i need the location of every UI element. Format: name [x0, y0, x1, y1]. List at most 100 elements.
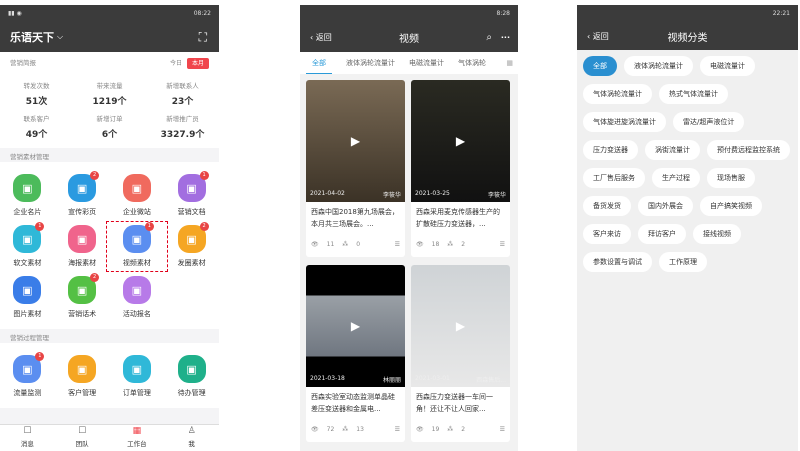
- materials-icon: ▣: [68, 225, 97, 253]
- page-title: 视频分类: [667, 32, 708, 44]
- material-item[interactable]: ▣ 2 营销话术: [55, 273, 110, 319]
- category-tag[interactable]: 压力变送器: [583, 140, 638, 160]
- material-item[interactable]: ▣ 企业微站: [110, 174, 165, 217]
- tab-item[interactable]: ▦ 工作台: [110, 425, 165, 451]
- search-icon[interactable]: ⌕: [486, 32, 492, 43]
- icon-wrap: ▣ 企业名片: [0, 174, 55, 217]
- category-tag[interactable]: 国内外展会: [638, 196, 693, 216]
- materials-icon: ▣ 1: [13, 222, 45, 253]
- material-item[interactable]: ▣ 企业名片: [0, 174, 55, 217]
- material-item[interactable]: ▣ 海报素材: [55, 225, 110, 268]
- item-label: 营销话术: [68, 310, 97, 318]
- chevron-down-icon[interactable]: ⌵: [57, 32, 63, 42]
- category-tag[interactable]: 气体涡轮流量计: [583, 84, 652, 104]
- category-tag[interactable]: 客户来访: [583, 224, 631, 244]
- today-button[interactable]: 今日: [170, 60, 182, 67]
- play-icon[interactable]: ▶: [456, 319, 465, 333]
- share-count: 2: [461, 426, 466, 433]
- more-icon[interactable]: ···: [501, 33, 510, 42]
- material-item[interactable]: ▣ 2 发圈素材: [164, 222, 219, 268]
- material-item[interactable]: ▣ 1 视频素材: [105, 221, 169, 272]
- stat-value: 49个: [25, 130, 48, 140]
- category-tabs: 全部 液体涡轮流量计 电磁流量计 气体涡轮 ▦: [300, 52, 518, 74]
- category-tag[interactable]: 预付费远程监控系统: [707, 140, 790, 160]
- category-tag[interactable]: 备货发货: [583, 196, 631, 216]
- stat-item[interactable]: 新增订单 6个: [73, 113, 146, 140]
- video-title[interactable]: 西森采用麦克传感器生产的扩散硅压力变送器，...: [411, 202, 510, 236]
- tab[interactable]: 电磁流量计: [409, 58, 444, 68]
- video-thumbnail[interactable]: ▶ 2021-03-01 西森售后...: [411, 265, 510, 387]
- org-title[interactable]: 乐语天下: [10, 29, 54, 45]
- stat-item[interactable]: 新增推广员 3327.9个: [146, 113, 219, 140]
- video-meta: 2021-03-25 李筱华: [415, 190, 506, 199]
- scan-icon[interactable]: ⛶: [199, 30, 207, 45]
- category-tag[interactable]: 参数设置与调试: [583, 252, 652, 272]
- stat-item[interactable]: 转发次数 51次: [0, 80, 73, 107]
- menu-icon[interactable]: ☰: [395, 241, 400, 248]
- video-title[interactable]: 西森实验室动态监测单晶硅差压变送器和金属电...: [306, 387, 405, 421]
- play-icon[interactable]: ▶: [351, 319, 360, 333]
- category-tag[interactable]: 生产过程: [652, 168, 700, 188]
- video-title[interactable]: 西森中国2018第九场展会，本月共三场展会。...: [306, 202, 405, 236]
- category-tag[interactable]: 热式气体流量计: [659, 84, 728, 104]
- category-tag[interactable]: 电磁流量计: [700, 56, 755, 76]
- video-thumbnail[interactable]: ▶ 2021-04-02 李筱华: [306, 80, 405, 202]
- category-tag[interactable]: 拜访客户: [638, 224, 686, 244]
- stat-item[interactable]: 带来流量 1219个: [73, 80, 146, 107]
- play-icon[interactable]: ▶: [351, 134, 360, 148]
- menu-icon[interactable]: ☰: [500, 241, 505, 248]
- category-tag[interactable]: 全部: [583, 56, 617, 76]
- menu-icon[interactable]: ☰: [395, 426, 400, 433]
- material-item[interactable]: ▣ 1 流量监测: [0, 352, 55, 398]
- video-title[interactable]: 西森压力变送器一车间一角！还让不让人回家...: [411, 387, 510, 421]
- material-item[interactable]: ▣ 1 软文素材: [0, 222, 55, 268]
- tab-label: 我: [188, 440, 195, 448]
- category-tag[interactable]: 自产搞笑视频: [700, 196, 762, 216]
- stat-item[interactable]: 新增联系人 23个: [146, 80, 219, 107]
- page-title: 视频: [399, 33, 419, 45]
- video-author: 李筱华: [382, 192, 401, 199]
- tab-item[interactable]: ♙ 我: [164, 425, 219, 451]
- tab-item[interactable]: ☐ 消息: [0, 425, 55, 451]
- tab[interactable]: 全部: [306, 53, 332, 74]
- tab[interactable]: 气体涡轮: [458, 58, 486, 68]
- tab-item[interactable]: ☐ 团队: [55, 425, 110, 451]
- view-count: 18: [431, 241, 440, 248]
- share-icon: ⁂: [342, 426, 349, 433]
- category-tag[interactable]: 涡街流量计: [645, 140, 700, 160]
- share-icon: ⁂: [447, 426, 454, 433]
- back-button[interactable]: ‹ 返回: [310, 32, 332, 43]
- category-tag[interactable]: 现场售服: [707, 168, 755, 188]
- video-card[interactable]: ▶ 2021-03-25 李筱华 西森采用麦克传感器生产的扩散硅压力变送器，... 👁 1…: [411, 80, 510, 257]
- menu-icon[interactable]: ☰: [500, 426, 505, 433]
- stat-value: 6个: [101, 130, 118, 140]
- stat-label: 新增推广员: [166, 115, 199, 123]
- material-item[interactable]: ▣ 1 营销文档: [164, 171, 219, 217]
- back-button[interactable]: ‹ 返回: [587, 31, 609, 42]
- video-card[interactable]: ▶ 2021-03-18 林丽丽 西森实验室动态监测单晶硅差压变送器和金属电... 👁 7…: [306, 265, 405, 442]
- item-label: 视频素材: [122, 259, 151, 267]
- category-tag[interactable]: 工作原理: [659, 252, 707, 272]
- category-tag[interactable]: 气体旋进旋涡流量计: [583, 112, 666, 132]
- video-card[interactable]: ▶ 2021-04-02 李筱华 西森中国2018第九场展会，本月共三场展会。... 👁…: [306, 80, 405, 257]
- material-item[interactable]: ▣ 待办管理: [164, 355, 219, 398]
- video-thumbnail[interactable]: ▶ 2021-03-25 李筱华: [411, 80, 510, 202]
- grid-icon[interactable]: ▦: [506, 59, 513, 67]
- video-stats: 👁 19 ⁂ 2 ☰: [411, 421, 510, 438]
- category-tag[interactable]: 工厂售后服务: [583, 168, 645, 188]
- category-tag[interactable]: 液体涡轮流量计: [624, 56, 693, 76]
- material-item[interactable]: ▣ 图片素材: [0, 276, 55, 319]
- tab[interactable]: 液体涡轮流量计: [346, 58, 395, 68]
- month-button[interactable]: 本月: [186, 57, 209, 69]
- material-item[interactable]: ▣ 活动报名: [110, 276, 165, 319]
- video-card[interactable]: ▶ 2021-03-01 西森售后... 西森压力变送器一车间一角！还让不让人回家..…: [411, 265, 510, 442]
- item-label: 客户管理: [68, 389, 97, 397]
- material-item[interactable]: ▣ 客户管理: [55, 355, 110, 398]
- material-item[interactable]: ▣ 2 宣传彩页: [55, 171, 110, 217]
- material-item[interactable]: ▣ 订单管理: [110, 355, 165, 398]
- video-thumbnail[interactable]: ▶ 2021-03-18 林丽丽: [306, 265, 405, 387]
- stat-item[interactable]: 联系客户 49个: [0, 113, 73, 140]
- play-icon[interactable]: ▶: [456, 134, 465, 148]
- category-tag[interactable]: 接线视频: [693, 224, 741, 244]
- category-tag[interactable]: 雷达/超声液位计: [673, 112, 745, 132]
